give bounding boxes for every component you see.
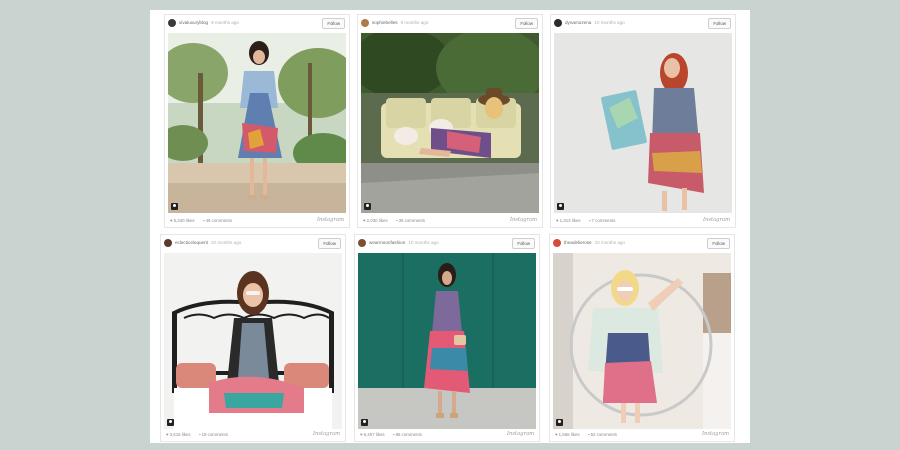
post-header: sophiebelles 9 months ago Follow (358, 15, 542, 32)
comments-count: 52 comments (590, 432, 617, 437)
heart-icon[interactable]: ♥ (170, 218, 173, 223)
comment-icon[interactable]: ▪ (199, 432, 201, 437)
post-card[interactable]: wearmoonfashion 10 months ago Follow ♥6,… (354, 234, 540, 442)
user-tag-icon[interactable] (361, 419, 368, 426)
post-header: eclecticeloquent 10 months ago Follow (161, 235, 345, 252)
likes-count: 6,457 likes (363, 432, 385, 437)
likes-count: 2,030 likes (366, 218, 388, 223)
avatar[interactable] (358, 239, 366, 247)
user-tag-icon[interactable] (556, 419, 563, 426)
post-footer: ♥6,457 likes ▪86 comments Instagram (355, 428, 539, 441)
post-header: dynamozena 10 months ago Follow (551, 15, 735, 32)
follow-button[interactable]: Follow (322, 18, 345, 29)
post-footer: ♥1,566 likes ▪52 comments Instagram (550, 428, 734, 441)
user-tag-icon[interactable] (171, 203, 178, 210)
comment-icon[interactable]: ▪ (396, 218, 398, 223)
post-photo[interactable] (554, 33, 732, 213)
follow-button[interactable]: Follow (707, 238, 730, 249)
comments-count: 86 comments (395, 432, 422, 437)
likes-count: 5,340 likes (173, 218, 195, 223)
post-card[interactable]: sophiebelles 9 months ago Follow ♥2,030 … (357, 14, 543, 228)
time-ago: 9 months ago (211, 20, 239, 25)
time-ago: 9 months ago (400, 20, 429, 25)
time-ago: 10 months ago (594, 240, 625, 245)
post-photo[interactable] (361, 33, 539, 213)
comments-count: 19 comments (201, 432, 228, 437)
heart-icon[interactable]: ♥ (556, 218, 559, 223)
username[interactable]: dynamozena (565, 20, 591, 25)
post-photo[interactable] (358, 253, 536, 429)
username[interactable]: wearmoonfashion (369, 240, 405, 245)
instagram-logo[interactable]: Instagram (702, 431, 729, 437)
follow-button[interactable]: Follow (515, 18, 538, 29)
comments-count: 7 comments (591, 218, 616, 223)
instagram-logo[interactable]: Instagram (703, 217, 730, 223)
heart-icon[interactable]: ♥ (555, 432, 558, 437)
user-tag-icon[interactable] (364, 203, 371, 210)
time-ago: 10 months ago (408, 240, 439, 245)
comment-icon[interactable]: ▪ (203, 218, 205, 223)
comment-icon[interactable]: ▪ (393, 432, 395, 437)
post-photo[interactable] (553, 253, 731, 429)
post-card[interactable]: eclecticeloquent 10 months ago Follow ♥3… (160, 234, 346, 442)
avatar[interactable] (553, 239, 561, 247)
comment-icon[interactable]: ▪ (589, 218, 591, 223)
user-tag-icon[interactable] (557, 203, 564, 210)
heart-icon[interactable]: ♥ (363, 218, 366, 223)
post-footer: ♥3,615 likes ▪19 comments Instagram (161, 428, 345, 441)
username[interactable]: vivaluxuryblog (179, 20, 208, 25)
instagram-logo[interactable]: Instagram (507, 431, 534, 437)
heart-icon[interactable]: ♥ (360, 432, 363, 437)
post-card[interactable]: dynamozena 10 months ago Follow ♥1,313 li… (550, 14, 736, 228)
follow-button[interactable]: Follow (708, 18, 731, 29)
comments-count: 36 comments (398, 218, 425, 223)
follow-button[interactable]: Follow (512, 238, 535, 249)
post-photo[interactable] (168, 33, 346, 213)
post-header: wearmoonfashion 10 months ago Follow (355, 235, 539, 252)
likes-count: 1,566 likes (558, 432, 580, 437)
heart-icon[interactable]: ♥ (166, 432, 169, 437)
username[interactable]: sophiebelles (372, 20, 398, 25)
likes-count: 3,615 likes (169, 432, 191, 437)
avatar[interactable] (164, 239, 172, 247)
time-ago: 10 months ago (210, 240, 242, 245)
username[interactable]: theadelierose (564, 240, 592, 245)
username[interactable]: eclecticeloquent (175, 240, 208, 245)
avatar[interactable] (554, 19, 562, 27)
post-header: vivaluxuryblog 9 months ago Follow (165, 15, 349, 32)
instagram-embed-grid: vivaluxuryblog 9 months ago Follow ♥5,34… (150, 10, 750, 443)
time-ago: 10 months ago (594, 20, 625, 25)
avatar[interactable] (168, 19, 176, 27)
likes-count: 1,313 likes (559, 218, 581, 223)
user-tag-icon[interactable] (167, 419, 174, 426)
comment-icon[interactable]: ▪ (588, 432, 590, 437)
instagram-logo[interactable]: Instagram (313, 431, 340, 437)
instagram-logo[interactable]: Instagram (317, 217, 344, 223)
post-card[interactable]: theadelierose 10 months ago Follow ♥1,56… (549, 234, 735, 442)
post-footer: ♥1,313 likes ▪7 comments Instagram (551, 214, 735, 227)
follow-button[interactable]: Follow (318, 238, 341, 249)
avatar[interactable] (361, 19, 369, 27)
instagram-logo[interactable]: Instagram (510, 217, 537, 223)
post-photo[interactable] (164, 253, 342, 429)
post-header: theadelierose 10 months ago Follow (550, 235, 734, 252)
post-card[interactable]: vivaluxuryblog 9 months ago Follow ♥5,34… (164, 14, 350, 228)
post-footer: ♥5,340 likes ▪49 comments Instagram (165, 214, 349, 227)
comments-count: 49 comments (205, 218, 232, 223)
post-footer: ♥2,030 likes ▪36 comments Instagram (358, 214, 542, 227)
